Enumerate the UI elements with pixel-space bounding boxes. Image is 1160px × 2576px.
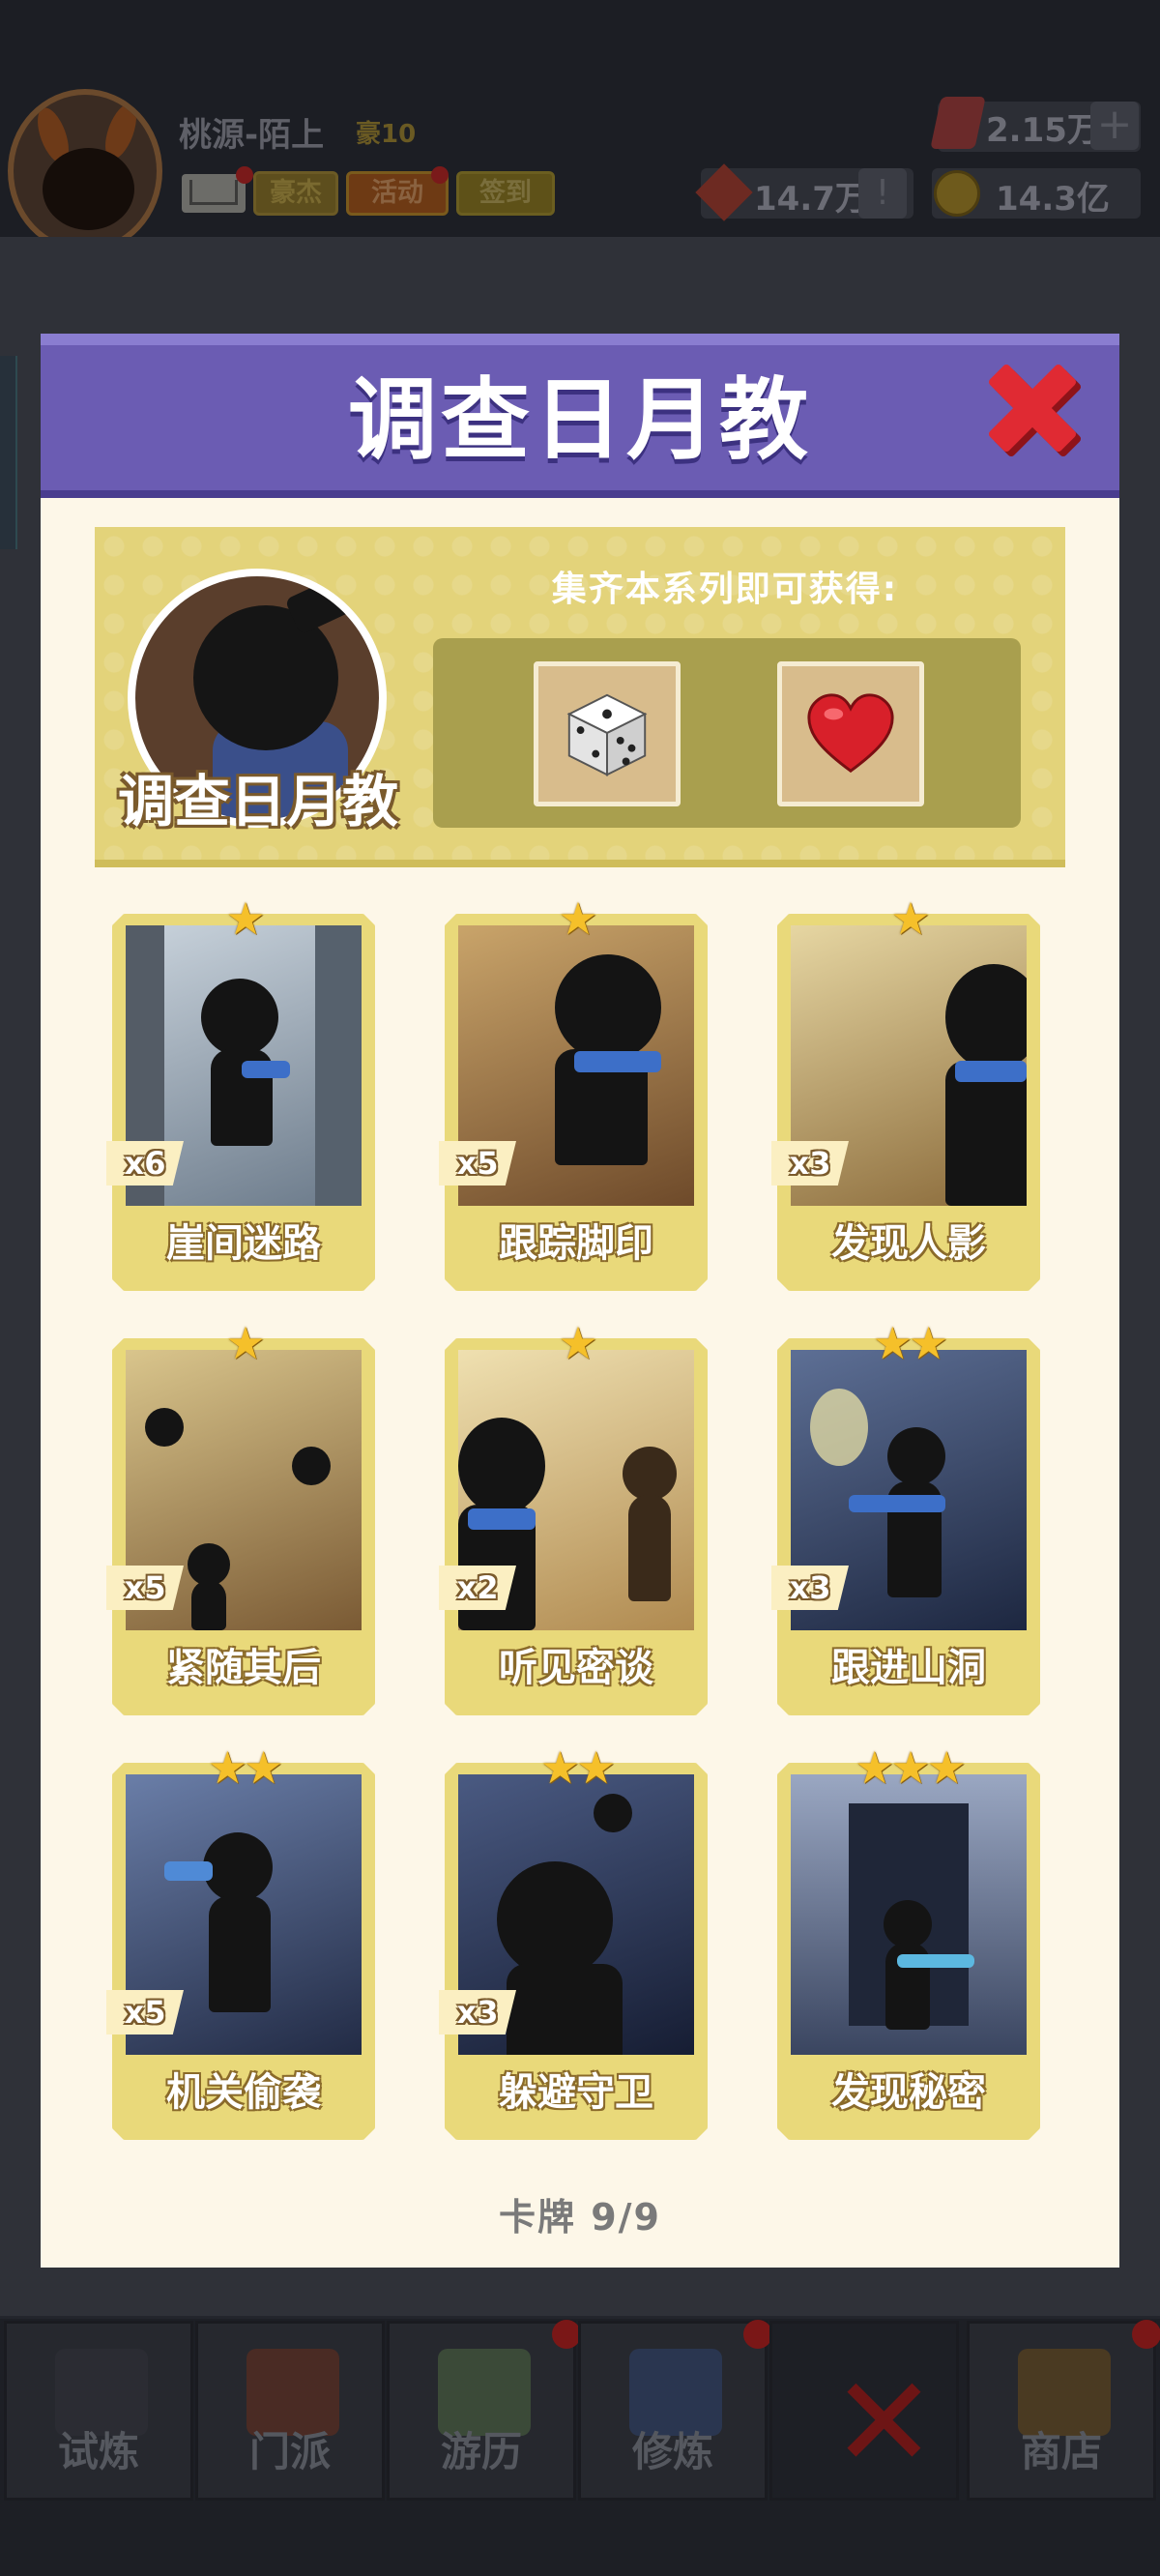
nav-sect[interactable]: 门派	[195, 2321, 385, 2501]
card-count: x5	[439, 1141, 516, 1186]
card-label: 机关偷袭	[166, 2070, 321, 2115]
card-6[interactable]: ★★ x3 跟进山洞	[771, 1321, 1040, 1715]
reward-box	[433, 638, 1021, 828]
card-stars: ★	[225, 893, 265, 945]
gold-coin-icon	[934, 170, 980, 217]
card-label: 发现人影	[831, 1221, 986, 1266]
card-9[interactable]: ★★★ 发现秘密	[777, 1745, 1040, 2140]
mail-icon[interactable]	[182, 174, 246, 213]
nav-cultivate[interactable]: 修炼	[578, 2320, 772, 2501]
card-count: x3	[771, 1566, 849, 1610]
haojie-button[interactable]: 豪杰	[253, 171, 338, 216]
card-8[interactable]: ★★ x3 躲避守卫	[439, 1745, 708, 2140]
reward-caption: 集齐本系列即可获得:	[551, 570, 899, 609]
red-token-value: 14.7万	[754, 180, 868, 219]
gem-value: 2.15万	[986, 111, 1100, 150]
card-label: 听见密谈	[499, 1646, 653, 1690]
add-gems-button[interactable]: +	[1090, 102, 1139, 150]
card-label: 崖间迷路	[166, 1221, 321, 1266]
card-stars: ★	[225, 1317, 265, 1369]
card-4[interactable]: ★ x5 紧随其后	[106, 1321, 375, 1715]
dice-icon	[566, 693, 648, 776]
card-label: 发现秘密	[831, 2070, 986, 2115]
nav-sect-label: 门派	[248, 2428, 331, 2475]
card-stars: ★★	[207, 1742, 283, 1794]
card-label: 躲避守卫	[499, 2070, 653, 2115]
card-collection-counter: 卡牌 9/9	[499, 2196, 661, 2239]
card-label: 跟进山洞	[831, 1646, 986, 1690]
card-7[interactable]: ★★ x5 机关偷袭	[106, 1745, 375, 2140]
card-count: x6	[106, 1141, 184, 1186]
nav-cultivate-label: 修炼	[631, 2428, 713, 2475]
side-tab[interactable]	[0, 356, 17, 549]
reward-item-heart[interactable]	[777, 661, 924, 806]
card-stars: ★★	[872, 1317, 948, 1369]
card-1[interactable]: ★ x6 崖间迷路	[106, 896, 375, 1291]
player-avatar[interactable]	[8, 89, 162, 253]
nav-travel-badge	[552, 2320, 581, 2349]
heart-icon	[807, 693, 894, 774]
card-3[interactable]: ★ x3 发现人影	[771, 896, 1040, 1291]
mail-notification-dot	[236, 166, 253, 184]
nav-trial-label: 试炼	[57, 2428, 139, 2475]
card-count: x5	[106, 1990, 184, 2034]
nav-trial[interactable]: 试炼	[4, 2321, 193, 2501]
dialog-title: 调查日月教	[347, 368, 812, 472]
series-name: 调查日月教	[117, 769, 398, 834]
nav-shop-label: 商店	[1020, 2428, 1102, 2475]
nav-travel[interactable]: 游历	[387, 2320, 581, 2501]
card-5[interactable]: ★ x2 听见密谈	[439, 1321, 708, 1715]
player-name: 桃源-陌上	[179, 116, 325, 155]
card-label: 紧随其后	[166, 1646, 321, 1690]
close-icon	[988, 364, 1082, 457]
card-stars: ★	[890, 893, 930, 945]
card-count: x3	[439, 1990, 516, 2034]
close-button[interactable]	[984, 360, 1090, 466]
nav-shop-badge	[1132, 2320, 1160, 2349]
card-2[interactable]: ★ x5 跟踪脚印	[439, 896, 708, 1291]
card-label: 跟踪脚印	[499, 1221, 653, 1266]
card-count: x2	[439, 1566, 516, 1610]
nav-travel-label: 游历	[440, 2428, 522, 2475]
card-stars: ★★	[539, 1742, 616, 1794]
card-count: x3	[771, 1141, 849, 1186]
card-count: x5	[106, 1566, 184, 1610]
card-stars: ★	[558, 893, 597, 945]
nav-close-icon: ✕	[831, 2349, 937, 2496]
gold-value: 14.3亿	[996, 180, 1110, 219]
nav-cultivate-badge	[743, 2320, 772, 2349]
checkin-button[interactable]: 签到	[456, 171, 555, 216]
card-stars: ★★★	[855, 1742, 967, 1794]
card-stars: ★	[558, 1317, 597, 1369]
red-token-info-button[interactable]: !	[858, 168, 907, 219]
reward-item-dice[interactable]	[534, 661, 681, 806]
nav-shop[interactable]: 商店	[967, 2320, 1160, 2501]
player-rank-badge: 豪10	[356, 120, 417, 149]
activity-notification-dot	[431, 166, 449, 184]
